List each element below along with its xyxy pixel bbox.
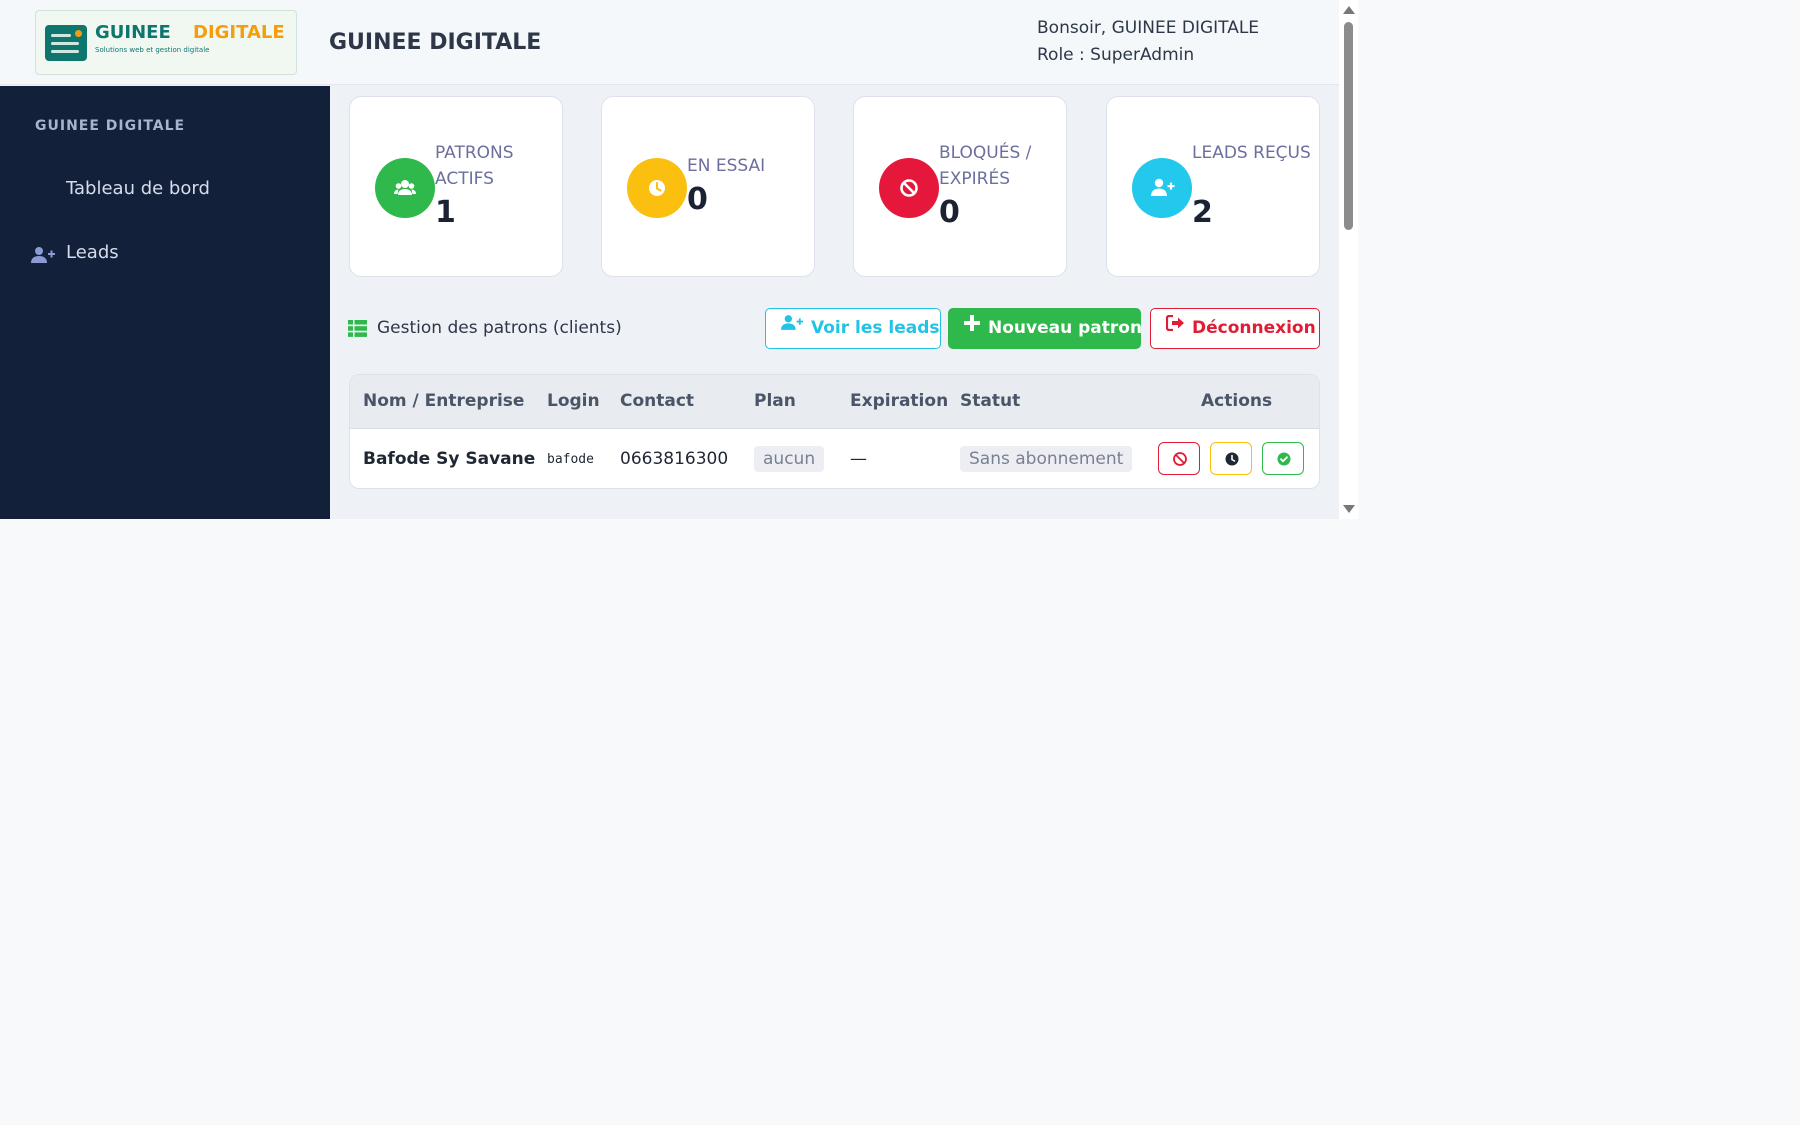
sidebar-item-label: Leads (66, 242, 119, 263)
plan-badge: aucun (754, 446, 825, 472)
vertical-scrollbar[interactable] (1339, 0, 1358, 519)
column-header[interactable]: Actions (1201, 391, 1272, 411)
sidebar-item-label: Tableau de bord (66, 178, 210, 199)
table-list-icon (348, 320, 367, 341)
stat-card-leads: LEADS REÇUS 2 (1106, 96, 1320, 277)
patrons-table: Nom / Entreprise Login Contact Plan Expi… (349, 374, 1320, 489)
status-badge: Sans abonnement (960, 446, 1133, 472)
stat-label: EN ESSAI (687, 156, 766, 176)
user-role: Role : SuperAdmin (1037, 45, 1195, 65)
table-header: Nom / Entreprise Login Contact Plan Expi… (350, 375, 1319, 429)
patron-expiration: — (850, 449, 867, 469)
sign-out-icon (1165, 307, 1184, 346)
stat-label: BLOQUÉS / EXPIRÉS (939, 143, 1032, 189)
clock-icon (627, 158, 687, 218)
scrollbar-thumb[interactable] (1344, 22, 1353, 230)
plus-icon (964, 307, 980, 346)
user-plus-icon (781, 307, 803, 346)
column-header[interactable]: Expiration (850, 391, 948, 411)
logo-tagline: Solutions web et gestion digitale (95, 46, 210, 54)
stat-value: 2 (1192, 195, 1213, 230)
new-patron-label: Nouveau patron (988, 318, 1143, 338)
patron-contact: 0663816300 (620, 449, 729, 469)
stat-value: 0 (939, 195, 960, 230)
view-leads-button[interactable]: Voir les leads (765, 308, 941, 349)
block-button[interactable] (1158, 442, 1200, 475)
user-plus-icon (1132, 158, 1192, 218)
ban-icon (879, 158, 939, 218)
logout-label: Déconnexion (1192, 318, 1316, 338)
column-header[interactable]: Plan (754, 391, 796, 411)
logo-icon (45, 25, 87, 61)
stat-card-active-patrons: PATRONS ACTIFS 1 (349, 96, 563, 277)
user-plus-icon (31, 246, 55, 266)
trial-button[interactable] (1210, 442, 1252, 475)
section-title: Gestion des patrons (clients) (377, 318, 622, 338)
stat-card-trial: EN ESSAI 0 (601, 96, 815, 277)
sidebar-brand: GUINEE DIGITALE (35, 118, 186, 134)
column-header[interactable]: Contact (620, 391, 694, 411)
sidebar: GUINEE DIGITALE Tableau de bord Leads (0, 86, 330, 519)
column-header[interactable]: Nom / Entreprise (363, 391, 524, 411)
users-icon (375, 158, 435, 218)
check-circle-icon (1277, 452, 1291, 466)
app-viewport: GUINEE DIGITALE Solutions web et gestion… (0, 0, 1358, 519)
block-icon (1173, 452, 1187, 466)
scroll-down-arrow-icon[interactable] (1343, 505, 1355, 513)
stat-value: 0 (687, 182, 708, 217)
logo-word-1: GUINEE (95, 22, 171, 43)
stat-label: PATRONS ACTIFS (435, 143, 514, 189)
sidebar-item-leads[interactable]: Leads (0, 234, 330, 274)
column-header[interactable]: Statut (960, 391, 1020, 411)
top-bar: GUINEE DIGITALE Solutions web et gestion… (0, 0, 1339, 85)
patron-name: Bafode Sy Savane (363, 449, 536, 469)
logo-word-2: DIGITALE (193, 22, 285, 43)
clock-icon (1225, 452, 1239, 466)
brand-logo[interactable]: GUINEE DIGITALE Solutions web et gestion… (35, 10, 297, 75)
column-header[interactable]: Login (547, 391, 600, 411)
scroll-up-arrow-icon[interactable] (1343, 6, 1355, 14)
stat-card-blocked: BLOQUÉS / EXPIRÉS 0 (853, 96, 1067, 277)
logout-button[interactable]: Déconnexion (1150, 308, 1320, 349)
stat-value: 1 (435, 195, 456, 230)
patron-login: bafode (547, 452, 594, 467)
user-greeting: Bonsoir, GUINEE DIGITALE (1037, 18, 1260, 38)
activate-button[interactable] (1262, 442, 1304, 475)
new-patron-button[interactable]: Nouveau patron (948, 307, 1143, 349)
view-leads-label: Voir les leads (811, 318, 940, 338)
stat-label: LEADS REÇUS (1192, 143, 1311, 163)
sidebar-item-dashboard[interactable]: Tableau de bord (0, 170, 330, 210)
page-title: GUINEE DIGITALE (329, 30, 542, 55)
